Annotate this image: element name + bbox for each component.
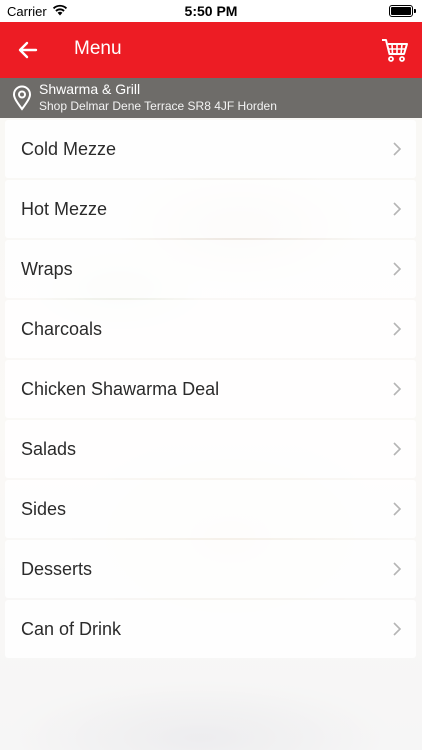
menu-item-label: Hot Mezze [21,199,108,219]
chevron-right-icon [393,502,402,516]
menu-item-label: Salads [21,439,77,459]
menu-item-wraps[interactable]: Wraps [5,240,416,298]
menu-item-label: Can of Drink [21,619,122,639]
menu-item-label: Charcoals [21,319,103,339]
cart-icon[interactable] [380,35,410,65]
menu-item-chicken-shawarma-deal[interactable]: Chicken Shawarma Deal [5,360,416,418]
menu-item-label: Cold Mezze [21,139,117,159]
chevron-right-icon [393,202,402,216]
chevron-right-icon [393,322,402,336]
chevron-right-icon [393,622,402,636]
chevron-right-icon [393,562,402,576]
store-address: Shop Delmar Dene Terrace SR8 4JF Horden [39,99,277,113]
menu-list: Cold Mezze Hot Mezze Wraps Charcoals Chi… [5,120,416,660]
menu-item-label: Wraps [21,259,73,279]
menu-item-charcoals[interactable]: Charcoals [5,300,416,358]
battery-icon [389,5,416,17]
clock: 5:50 PM [184,3,238,19]
page-title: Menu [74,38,122,59]
location-pin-icon [11,85,33,111]
status-bar: Carrier 5:50 PM [0,0,422,22]
chevron-right-icon [393,442,402,456]
nav-bar: Menu [0,22,422,78]
menu-item-sides[interactable]: Sides [5,480,416,538]
location-bar: Shwarma & Grill Shop Delmar Dene Terrace… [0,78,422,118]
arrow-left-icon[interactable] [16,38,40,62]
chevron-right-icon [393,142,402,156]
menu-item-hot-mezze[interactable]: Hot Mezze [5,180,416,238]
menu-item-can-of-drink[interactable]: Can of Drink [5,600,416,658]
menu-item-label: Chicken Shawarma Deal [21,379,220,399]
menu-item-label: Sides [21,499,67,519]
chevron-right-icon [393,262,402,276]
menu-item-salads[interactable]: Salads [5,420,416,478]
chevron-right-icon [393,382,402,396]
menu-item-desserts[interactable]: Desserts [5,540,416,598]
store-name: Shwarma & Grill [39,81,141,97]
menu-item-label: Desserts [21,559,93,579]
menu-item-cold-mezze[interactable]: Cold Mezze [5,120,416,178]
